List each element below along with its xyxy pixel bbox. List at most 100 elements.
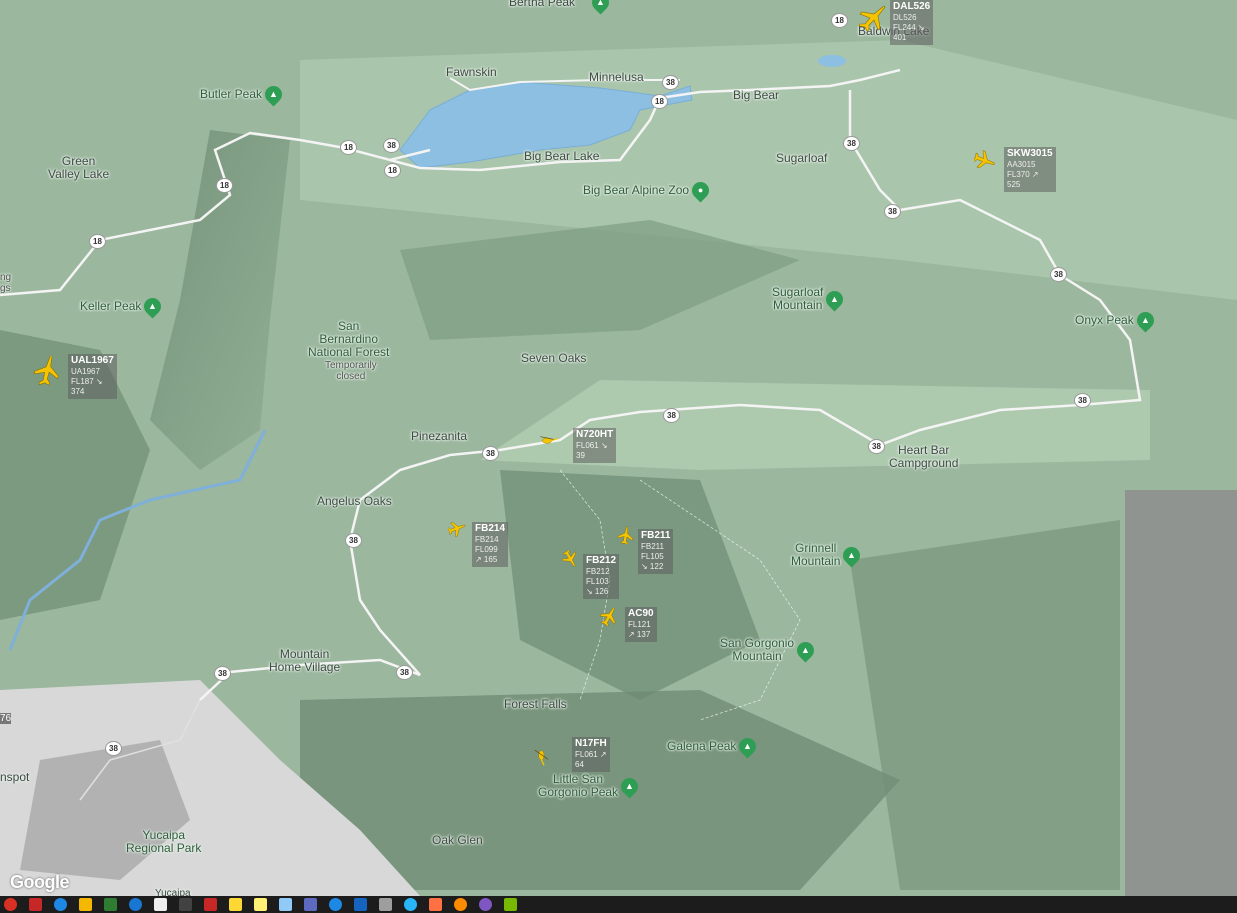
- app-icon[interactable]: [479, 898, 492, 911]
- mountain-icon: ▲: [140, 294, 165, 319]
- flight-info: FL099 ↗ 165: [475, 545, 498, 564]
- route-38-shield: 38: [1050, 267, 1067, 282]
- flight-callsign: N720HT: [576, 429, 614, 440]
- place-fawnskin: Fawnskin: [446, 65, 497, 79]
- place-angelus-oaks: Angelus Oaks: [317, 494, 392, 508]
- notepad-icon[interactable]: [154, 898, 167, 911]
- route-38-shield: 38: [345, 533, 362, 548]
- place-forest-falls: Forest Falls: [504, 697, 567, 711]
- place-sbnf-status: Temporarily closed: [325, 360, 377, 382]
- route-18-shield: 18: [89, 234, 106, 249]
- calculator-icon[interactable]: [379, 898, 392, 911]
- poi-galena-peak[interactable]: Galena Peak ▲: [667, 734, 760, 759]
- app-icon[interactable]: [304, 898, 317, 911]
- flight-label: FB212 FB212 FL103 ↘ 126: [583, 554, 620, 599]
- route-38-shield: 38: [383, 138, 400, 153]
- flight-label: UAL1967 UA1967 FL187 ↘ 374: [68, 354, 117, 399]
- poi-little-san-gorgonio-peak[interactable]: Little San Gorgonio Peak ▲: [538, 773, 642, 799]
- poi-grinnell-mountain[interactable]: Grinnell Mountain ▲: [791, 541, 864, 568]
- mountain-icon: ▲: [822, 286, 847, 312]
- folder-icon[interactable]: [79, 898, 92, 911]
- flight-label: N720HT FL061 ↘ 39: [573, 428, 617, 463]
- flight-callsign: DAL526: [893, 1, 931, 12]
- place-pinezanita: Pinezanita: [411, 429, 468, 443]
- flight-info: FL244 ↘ 401: [893, 23, 925, 42]
- google-logo-text: Google: [10, 872, 70, 892]
- helicopter-icon: [534, 749, 549, 766]
- poi-keller-peak[interactable]: Keller Peak ▲: [80, 294, 165, 319]
- flight-info: FL187 ↘ 374: [71, 377, 103, 396]
- poi-label: Onyx Peak: [1075, 313, 1134, 327]
- place-big-bear-lake: Big Bear Lake: [524, 149, 600, 163]
- route-38-shield: 38: [663, 408, 680, 423]
- flight-label: FB214 FB214 FL099 ↗ 165: [472, 522, 509, 567]
- flight-info: FL121 ↗ 137: [628, 620, 651, 639]
- route-38-shield: 38: [105, 741, 122, 756]
- app-icon[interactable]: [204, 898, 217, 911]
- airplane-icon: [561, 550, 576, 567]
- place-green-valley-lake: Green Valley Lake: [48, 154, 110, 181]
- flight-info: FL105 ↘ 122: [641, 552, 664, 571]
- flight-info: FL103 ↘ 126: [586, 577, 609, 596]
- terrain-layer: [0, 0, 1237, 896]
- place-edge-left-upper: ng gs: [0, 272, 12, 294]
- skype-icon[interactable]: [404, 898, 417, 911]
- flight-callsign: FB214: [475, 523, 506, 534]
- poi-onyx-peak[interactable]: Onyx Peak ▲: [1075, 308, 1158, 333]
- route-18-shield: 18: [384, 163, 401, 178]
- flight-info: FB212: [586, 567, 610, 576]
- flight-info: FL061 ↗ 64: [575, 750, 607, 769]
- airplane-icon: [448, 522, 466, 538]
- chrome-icon[interactable]: [4, 898, 17, 911]
- place-minnelusa: Minnelusa: [589, 70, 644, 84]
- poi-butler-peak[interactable]: Butler Peak ▲: [200, 82, 286, 107]
- app-icon[interactable]: [104, 898, 117, 911]
- mountain-icon: ▲: [735, 734, 760, 759]
- terminal-icon[interactable]: [179, 898, 192, 911]
- flight-callsign: FB212: [586, 555, 617, 566]
- vlc-icon[interactable]: [429, 898, 442, 911]
- flight-label: AC90 FL121 ↗ 137: [625, 607, 657, 642]
- mountain-icon: ▲: [839, 542, 864, 568]
- flight-info: FL061 ↘ 39: [576, 441, 608, 460]
- flight-label: N17FH FL061 ↗ 64: [572, 737, 610, 772]
- poi-label: San Gorgonio Mountain: [720, 636, 795, 663]
- poi-bertha-peak[interactable]: ▲: [588, 0, 613, 15]
- airplane-icon: [858, 5, 886, 32]
- nvidia-icon[interactable]: [504, 898, 517, 911]
- poi-sugarloaf-mountain[interactable]: Sugarloaf Mountain ▲: [772, 285, 847, 312]
- route-18-shield: 18: [651, 94, 668, 109]
- app-icon[interactable]: [229, 898, 242, 911]
- airplane-icon: [599, 607, 616, 626]
- route-38-shield: 38: [1074, 393, 1091, 408]
- poi-label: Butler Peak: [200, 87, 263, 101]
- route-38-shield: 38: [396, 665, 413, 680]
- route-38-shield: 38: [214, 666, 231, 681]
- route-38-shield: 38: [868, 439, 885, 454]
- app-icon[interactable]: [279, 898, 292, 911]
- poi-label: Sugarloaf Mountain: [772, 285, 824, 312]
- route-18-shield: 18: [216, 178, 233, 193]
- flight-info: FL370 ↗ 525: [1007, 170, 1039, 189]
- helicopter-icon: [540, 436, 558, 444]
- flight-callsign: N17FH: [575, 738, 607, 749]
- notes-icon[interactable]: [254, 898, 267, 911]
- place-heart-bar: Heart Bar Campground: [889, 443, 959, 470]
- mountain-icon: ▲: [793, 637, 818, 663]
- airplane-icon: [974, 150, 995, 169]
- map-canvas[interactable]: Bertha Peak Fawnskin Minnelusa Baldwin L…: [0, 0, 1237, 896]
- app-icon[interactable]: [329, 898, 342, 911]
- poi-big-bear-alpine-zoo[interactable]: Big Bear Alpine Zoo ●: [583, 178, 713, 203]
- firefox-icon[interactable]: [454, 898, 467, 911]
- poi-label: Grinnell Mountain: [791, 541, 841, 568]
- poi-san-gorgonio-mountain[interactable]: San Gorgonio Mountain ▲: [720, 636, 818, 663]
- poi-label: Galena Peak: [667, 739, 737, 753]
- edge-icon[interactable]: [54, 898, 67, 911]
- vscode-icon[interactable]: [354, 898, 367, 911]
- flight-label: SKW3015 AA3015 FL370 ↗ 525: [1004, 147, 1056, 192]
- place-seven-oaks: Seven Oaks: [521, 351, 587, 365]
- filezilla-icon[interactable]: [29, 898, 42, 911]
- place-bertha-peak: Bertha Peak: [509, 0, 576, 9]
- taskbar: [0, 896, 1237, 913]
- ie-icon[interactable]: [129, 898, 142, 911]
